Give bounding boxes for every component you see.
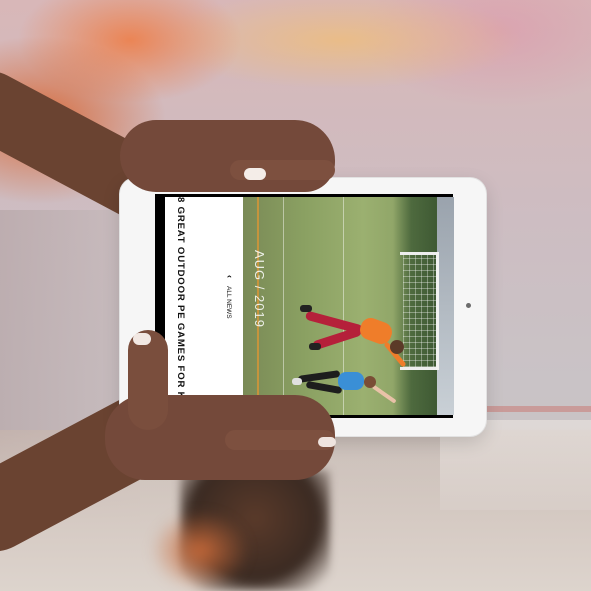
- thumb: [128, 330, 168, 430]
- goal-post: [400, 367, 438, 370]
- fingernail: [133, 333, 151, 345]
- article-date: AUG / 2019: [252, 250, 267, 328]
- player-orange: [309, 343, 321, 350]
- hand-top: [120, 120, 335, 192]
- goal-net: [403, 255, 436, 367]
- player-blue: [338, 372, 364, 390]
- player-blue: [364, 376, 376, 388]
- field-line: [283, 197, 284, 415]
- tablet-camera: [466, 303, 471, 308]
- chevron-left-icon: ‹: [225, 275, 235, 278]
- fingernail: [318, 437, 336, 447]
- goal-post: [436, 252, 439, 370]
- player-blue: [292, 378, 302, 385]
- sky: [437, 197, 454, 415]
- photo-scene: 8 GREAT OUTDOOR PE GAMES FOR KIDS ‹ ALL N…: [0, 0, 591, 591]
- player-orange: [300, 305, 312, 312]
- article-sidebar: 8 GREAT OUTDOOR PE GAMES FOR KIDS ‹ ALL N…: [165, 197, 243, 415]
- back-link-label: ALL NEWS: [225, 286, 232, 319]
- background-object-orange: [150, 510, 250, 591]
- fingernail: [244, 168, 266, 180]
- goal-post: [400, 252, 438, 255]
- back-link[interactable]: ‹ ALL NEWS: [223, 275, 237, 355]
- background-stripe: [470, 406, 591, 412]
- player-orange: [390, 340, 404, 354]
- article-title: 8 GREAT OUTDOOR PE GAMES FOR KIDS: [175, 197, 186, 415]
